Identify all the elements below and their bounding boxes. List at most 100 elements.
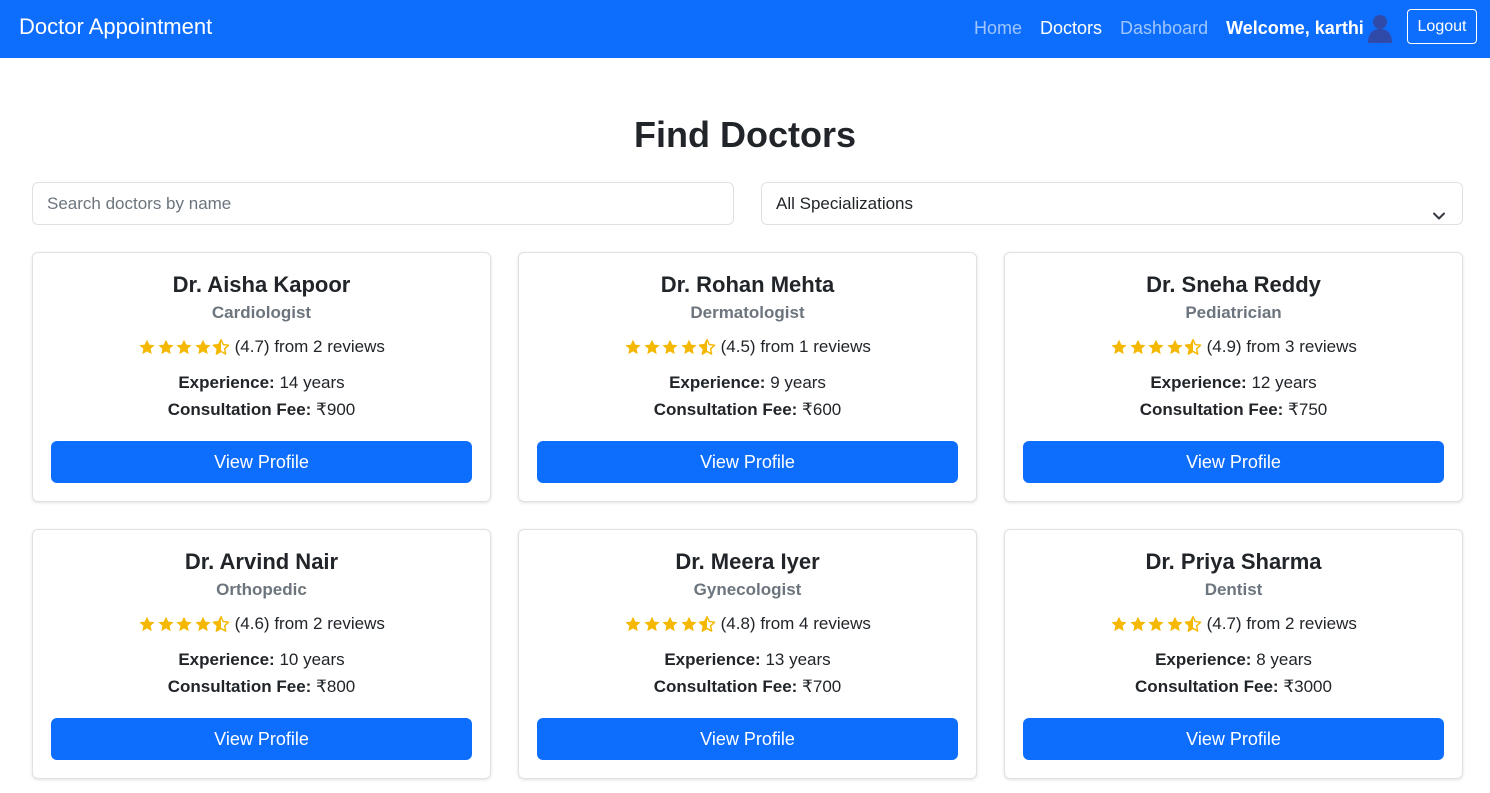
star-rating xyxy=(1110,615,1203,633)
user-avatar-icon[interactable] xyxy=(1367,13,1393,43)
doctor-name: Dr. Priya Sharma xyxy=(1145,549,1322,574)
star-full-icon xyxy=(644,616,660,632)
experience-label: Experience: xyxy=(178,373,275,392)
doctor-card: Dr. Meera Iyer Gynecologist (4.8) from 4… xyxy=(518,529,977,779)
doctor-name: Dr. Sneha Reddy xyxy=(1146,272,1321,297)
doctor-rating: (4.7) from 2 reviews xyxy=(1005,613,1462,635)
view-profile-button[interactable]: View Profile xyxy=(1023,718,1444,760)
doctor-specialization: Dermatologist xyxy=(690,303,805,322)
chevron-down-icon xyxy=(1432,197,1446,220)
doctor-rating: (4.8) from 4 reviews xyxy=(519,613,976,635)
doctor-specialization: Pediatrician xyxy=(1185,303,1282,322)
experience-label: Experience: xyxy=(1155,650,1252,669)
star-full-icon xyxy=(625,616,641,632)
view-profile-button[interactable]: View Profile xyxy=(537,718,958,760)
star-full-icon xyxy=(1148,616,1164,632)
star-half-icon xyxy=(698,339,716,355)
doctor-fee: Consultation Fee: ₹700 xyxy=(519,676,976,698)
doctor-rating: (4.6) from 2 reviews xyxy=(33,613,490,635)
nav-doctors-link[interactable]: Doctors xyxy=(1040,16,1102,40)
fee-value: ₹800 xyxy=(316,677,356,696)
doctor-experience: Experience: 8 years xyxy=(1005,649,1462,671)
star-half-icon xyxy=(1184,616,1202,632)
rating-text: (4.6) from 2 reviews xyxy=(234,614,385,633)
star-full-icon xyxy=(681,616,697,632)
star-full-icon xyxy=(195,339,211,355)
experience-label: Experience: xyxy=(178,650,275,669)
doctor-card: Dr. Sneha Reddy Pediatrician (4.9) from … xyxy=(1004,252,1463,502)
fee-label: Consultation Fee: xyxy=(167,677,312,696)
star-full-icon xyxy=(662,339,678,355)
experience-label: Experience: xyxy=(1150,373,1247,392)
star-full-icon xyxy=(625,339,641,355)
doctor-name: Dr. Meera Iyer xyxy=(675,549,820,574)
star-half-icon xyxy=(212,339,230,355)
doctor-experience: Experience: 14 years xyxy=(33,372,490,394)
fee-value: ₹600 xyxy=(802,400,842,419)
rating-text: (4.7) from 2 reviews xyxy=(234,337,385,356)
doctor-experience: Experience: 13 years xyxy=(519,649,976,671)
view-profile-button[interactable]: View Profile xyxy=(537,441,958,483)
doctor-name: Dr. Aisha Kapoor xyxy=(172,272,351,297)
view-profile-button[interactable]: View Profile xyxy=(51,441,472,483)
star-full-icon xyxy=(1167,339,1183,355)
star-full-icon xyxy=(1111,616,1127,632)
doctor-rating: (4.9) from 3 reviews xyxy=(1005,336,1462,358)
doctor-rating: (4.5) from 1 reviews xyxy=(519,336,976,358)
doctor-fee: Consultation Fee: ₹600 xyxy=(519,399,976,421)
experience-label: Experience: xyxy=(664,650,761,669)
doctor-card: Dr. Rohan Mehta Dermatologist (4.5) from… xyxy=(518,252,977,502)
star-full-icon xyxy=(1167,616,1183,632)
fee-label: Consultation Fee: xyxy=(1135,677,1279,696)
star-full-icon xyxy=(176,339,192,355)
experience-value: 12 years xyxy=(1251,373,1317,392)
star-half-icon xyxy=(1184,339,1202,355)
rating-text: (4.9) from 3 reviews xyxy=(1206,337,1357,356)
specialization-select[interactable]: All Specializations xyxy=(761,182,1463,225)
doctor-name: Dr. Arvind Nair xyxy=(184,549,339,574)
fee-label: Consultation Fee: xyxy=(167,400,312,419)
search-input[interactable] xyxy=(32,182,734,225)
top-navbar: Doctor Appointment Home Doctors Dashboar… xyxy=(0,0,1490,58)
star-full-icon xyxy=(1130,339,1146,355)
rating-text: (4.7) from 2 reviews xyxy=(1206,614,1357,633)
fee-value: ₹700 xyxy=(802,677,842,696)
star-half-icon xyxy=(212,616,230,632)
fee-label: Consultation Fee: xyxy=(653,677,798,696)
brand-link[interactable]: Doctor Appointment xyxy=(19,14,212,40)
star-full-icon xyxy=(158,616,174,632)
star-half-icon xyxy=(698,616,716,632)
experience-label: Experience: xyxy=(669,373,766,392)
experience-value: 8 years xyxy=(1256,650,1312,669)
welcome-text: Welcome, karthi xyxy=(1226,18,1364,38)
view-profile-button[interactable]: View Profile xyxy=(1023,441,1444,483)
star-full-icon xyxy=(195,616,211,632)
doctor-rating: (4.7) from 2 reviews xyxy=(33,336,490,358)
star-rating xyxy=(624,338,717,356)
nav-dashboard-link[interactable]: Dashboard xyxy=(1120,16,1208,40)
star-full-icon xyxy=(1148,339,1164,355)
doctor-card: Dr. Priya Sharma Dentist (4.7) from 2 re… xyxy=(1004,529,1463,779)
doctor-specialization: Dentist xyxy=(1204,580,1263,599)
star-full-icon xyxy=(681,339,697,355)
nav-home-link[interactable]: Home xyxy=(974,16,1022,40)
fee-label: Consultation Fee: xyxy=(653,400,798,419)
doctor-specialization: Cardiologist xyxy=(211,303,312,322)
doctor-card: Dr. Aisha Kapoor Cardiologist (4.7) from… xyxy=(32,252,491,502)
doctor-fee: Consultation Fee: ₹750 xyxy=(1005,399,1462,421)
logout-button[interactable]: Logout xyxy=(1407,9,1477,44)
star-full-icon xyxy=(176,616,192,632)
doctor-experience: Experience: 10 years xyxy=(33,649,490,671)
experience-value: 9 years xyxy=(770,373,826,392)
star-full-icon xyxy=(1130,616,1146,632)
star-full-icon xyxy=(662,616,678,632)
view-profile-button[interactable]: View Profile xyxy=(51,718,472,760)
star-rating xyxy=(138,615,231,633)
experience-value: 10 years xyxy=(279,650,345,669)
experience-value: 13 years xyxy=(765,650,831,669)
star-rating xyxy=(1110,338,1203,356)
star-full-icon xyxy=(139,616,155,632)
rating-text: (4.8) from 4 reviews xyxy=(720,614,871,633)
doctor-fee: Consultation Fee: ₹3000 xyxy=(1005,676,1462,698)
doctor-name: Dr. Rohan Mehta xyxy=(660,272,835,297)
